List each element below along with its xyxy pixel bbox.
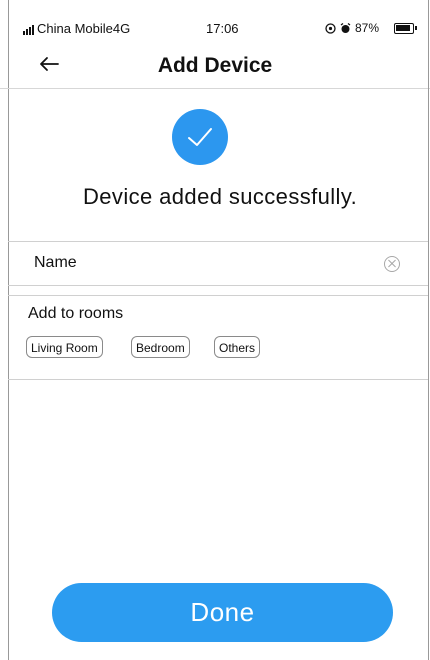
- divider: [8, 295, 428, 296]
- room-chip-bedroom[interactable]: Bedroom: [131, 336, 190, 358]
- status-time: 17:06: [206, 21, 239, 36]
- rooms-label: Add to rooms: [28, 305, 124, 322]
- add-device-screen: China Mobile4G 17:06 87% Add Device Devi…: [0, 0, 430, 660]
- location-icon: [325, 22, 336, 34]
- name-field-label[interactable]: Name: [34, 254, 77, 272]
- room-chip-others[interactable]: Others: [214, 336, 261, 358]
- battery-percent: 87%: [355, 21, 380, 35]
- divider: [8, 241, 428, 242]
- status-icons: 87%: [325, 21, 379, 35]
- signal-icon: [23, 25, 34, 35]
- nav-bar: Add Device: [0, 42, 430, 89]
- alarm-icon: [340, 22, 351, 33]
- carrier-label: China Mobile4G: [37, 21, 131, 36]
- battery-icon: [394, 23, 417, 34]
- status-bar: China Mobile4G 17:06 87%: [0, 0, 430, 42]
- done-button[interactable]: Done: [52, 583, 393, 642]
- success-badge: [172, 109, 228, 165]
- clear-circle-icon[interactable]: [384, 256, 400, 272]
- room-chip-living-room[interactable]: Living Room: [26, 336, 103, 358]
- divider: [8, 379, 428, 380]
- divider: [8, 285, 428, 286]
- success-message: Device added successfully.: [83, 184, 358, 209]
- check-icon: [188, 128, 212, 146]
- page-title: Add Device: [157, 54, 273, 77]
